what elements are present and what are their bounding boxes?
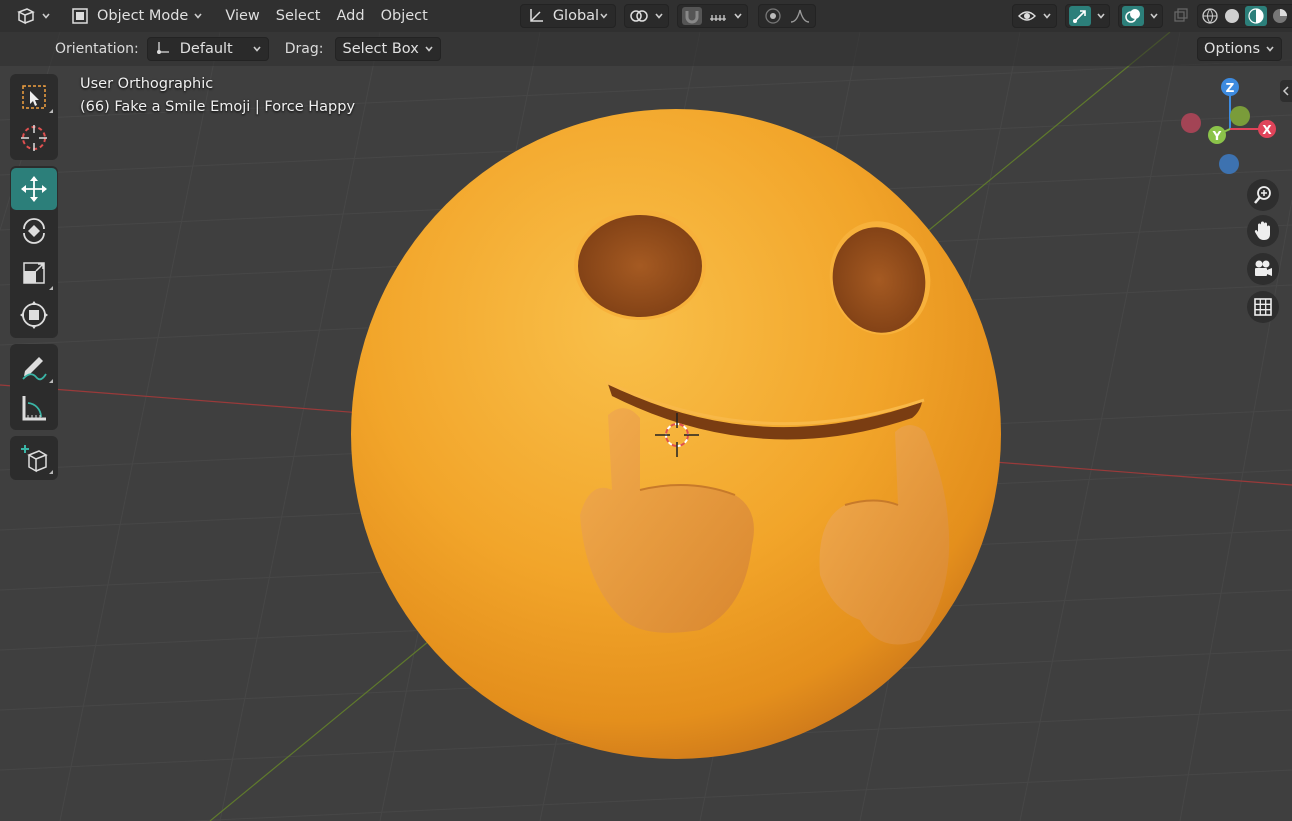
proportional-edit-icon[interactable]	[763, 7, 783, 25]
chevron-down-icon	[425, 46, 433, 52]
annotate-pencil-icon	[22, 356, 47, 380]
menu-add[interactable]: Add	[329, 4, 373, 28]
drag-setting-dropdown[interactable]: Select Box	[335, 37, 441, 61]
overlays-toggle-icon[interactable]	[1121, 6, 1144, 26]
chevron-left-icon	[1282, 86, 1289, 96]
orientation-setting-label: Orientation:	[55, 41, 139, 57]
orientation-gizmo-icon	[154, 40, 172, 58]
add-cube-tool[interactable]	[11, 438, 57, 478]
mode-dropdown[interactable]: Object Mode	[65, 4, 209, 28]
chevron-down-icon	[194, 13, 202, 19]
rendered-shading-icon[interactable]	[1271, 7, 1289, 25]
rotate-tool[interactable]	[11, 210, 57, 252]
scale-icon	[23, 262, 45, 284]
menu-select[interactable]: Select	[268, 4, 329, 28]
chevron-down-icon	[600, 13, 608, 19]
shading-modes-group[interactable]	[1196, 4, 1292, 28]
pan-button[interactable]	[1247, 215, 1279, 247]
snap-increment-icon	[708, 7, 728, 25]
eye-icon	[1017, 7, 1037, 25]
chevron-down-icon	[42, 13, 50, 19]
snap-dropdown[interactable]	[676, 4, 748, 28]
object-info: (66) Fake a Smile Emoji | Force Happy	[80, 99, 356, 115]
scale-tool[interactable]	[11, 252, 57, 294]
options-label: Options	[1204, 41, 1260, 57]
drag-setting-label: Drag:	[284, 41, 324, 57]
measure-ruler-icon	[22, 395, 46, 420]
falloff-curve-icon[interactable]	[789, 7, 811, 25]
orientation-setting-dropdown[interactable]: Default	[146, 37, 269, 61]
navigation-gizmo[interactable]: Z X Y	[1174, 74, 1286, 184]
toolbar-add-group	[10, 436, 58, 480]
gizmo-dropdown[interactable]	[1064, 4, 1110, 28]
editor-type-icon	[16, 7, 36, 25]
add-cube-icon	[21, 445, 48, 473]
cursor-tool[interactable]	[11, 117, 57, 158]
chevron-down-icon	[1043, 13, 1051, 19]
viewport-scene	[0, 32, 1292, 821]
overlays-dropdown[interactable]	[1117, 4, 1163, 28]
options-dropdown[interactable]: Options	[1197, 37, 1282, 61]
mode-label: Object Mode	[97, 8, 189, 24]
pivot-icon	[629, 7, 649, 25]
magnet-icon[interactable]	[681, 7, 702, 25]
orientation-label: Global	[552, 8, 600, 24]
editor-type-button[interactable]	[12, 4, 55, 28]
axis-orientation-icon	[527, 7, 545, 25]
menu-object[interactable]: Object	[373, 4, 436, 28]
sidebar-toggle[interactable]	[1280, 80, 1292, 102]
z-axis-label: Z	[1226, 81, 1235, 95]
camera-icon	[1255, 260, 1272, 276]
material-preview-icon[interactable]	[1244, 6, 1267, 26]
pivot-point-dropdown[interactable]	[623, 4, 669, 28]
toolbar-transform-group	[10, 166, 58, 338]
object-mode-icon	[71, 7, 89, 25]
move-icon	[21, 176, 47, 202]
transform-icon	[20, 301, 48, 329]
viewport-header: Object Mode View Select Add Object Globa…	[0, 0, 1292, 32]
zoom-magnifier-icon	[1254, 186, 1271, 204]
select-box-tool[interactable]	[11, 76, 57, 117]
toolbar-select-group	[10, 74, 58, 160]
visibility-dropdown[interactable]	[1011, 4, 1057, 28]
proportional-editing-group[interactable]	[757, 4, 816, 28]
gizmo-toggle-icon[interactable]	[1068, 6, 1091, 26]
cursor-icon	[21, 124, 47, 151]
xray-icon	[1172, 7, 1190, 25]
move-tool[interactable]	[11, 168, 57, 210]
solid-shading-icon[interactable]	[1223, 7, 1241, 25]
hand-icon	[1254, 221, 1270, 240]
wireframe-shading-icon[interactable]	[1201, 7, 1219, 25]
x-axis-label: X	[1262, 123, 1272, 137]
perspective-toggle-button[interactable]	[1247, 291, 1279, 323]
chevron-down-icon	[253, 46, 261, 52]
menu-view[interactable]: View	[217, 4, 267, 28]
zoom-button[interactable]	[1247, 179, 1279, 211]
neg-x-axis-ball[interactable]	[1181, 113, 1201, 133]
grid-icon	[1254, 298, 1272, 316]
toolbar-annotate-group	[10, 344, 58, 430]
measure-tool[interactable]	[11, 387, 57, 428]
chevron-down-icon	[1266, 46, 1274, 52]
view-name: User Orthographic	[80, 76, 214, 92]
transform-orientation-dropdown[interactable]: Global	[519, 4, 616, 28]
chevron-down-icon	[1150, 13, 1158, 19]
select-box-icon	[22, 84, 46, 109]
transform-tool[interactable]	[11, 294, 57, 336]
tool-settings-bar: Orientation: Default Drag: Select Box Op…	[0, 32, 1292, 66]
orientation-setting-value: Default	[179, 41, 233, 57]
y-axis-label: Y	[1212, 129, 1222, 143]
rotate-icon	[23, 218, 45, 244]
xray-toggle[interactable]	[1169, 4, 1193, 28]
chevron-down-icon	[1097, 13, 1105, 19]
annotate-tool[interactable]	[11, 346, 57, 387]
3d-viewport[interactable]: User Orthographic (66) Fake a Smile Emoj…	[0, 32, 1292, 821]
neg-y-axis-ball[interactable]	[1230, 106, 1250, 126]
camera-view-button[interactable]	[1247, 253, 1279, 285]
smile-emoji-model[interactable]	[351, 109, 1001, 759]
chevron-down-icon	[655, 13, 663, 19]
neg-z-axis-ball[interactable]	[1219, 154, 1239, 174]
chevron-down-icon	[734, 13, 742, 19]
drag-setting-value: Select Box	[342, 41, 419, 57]
